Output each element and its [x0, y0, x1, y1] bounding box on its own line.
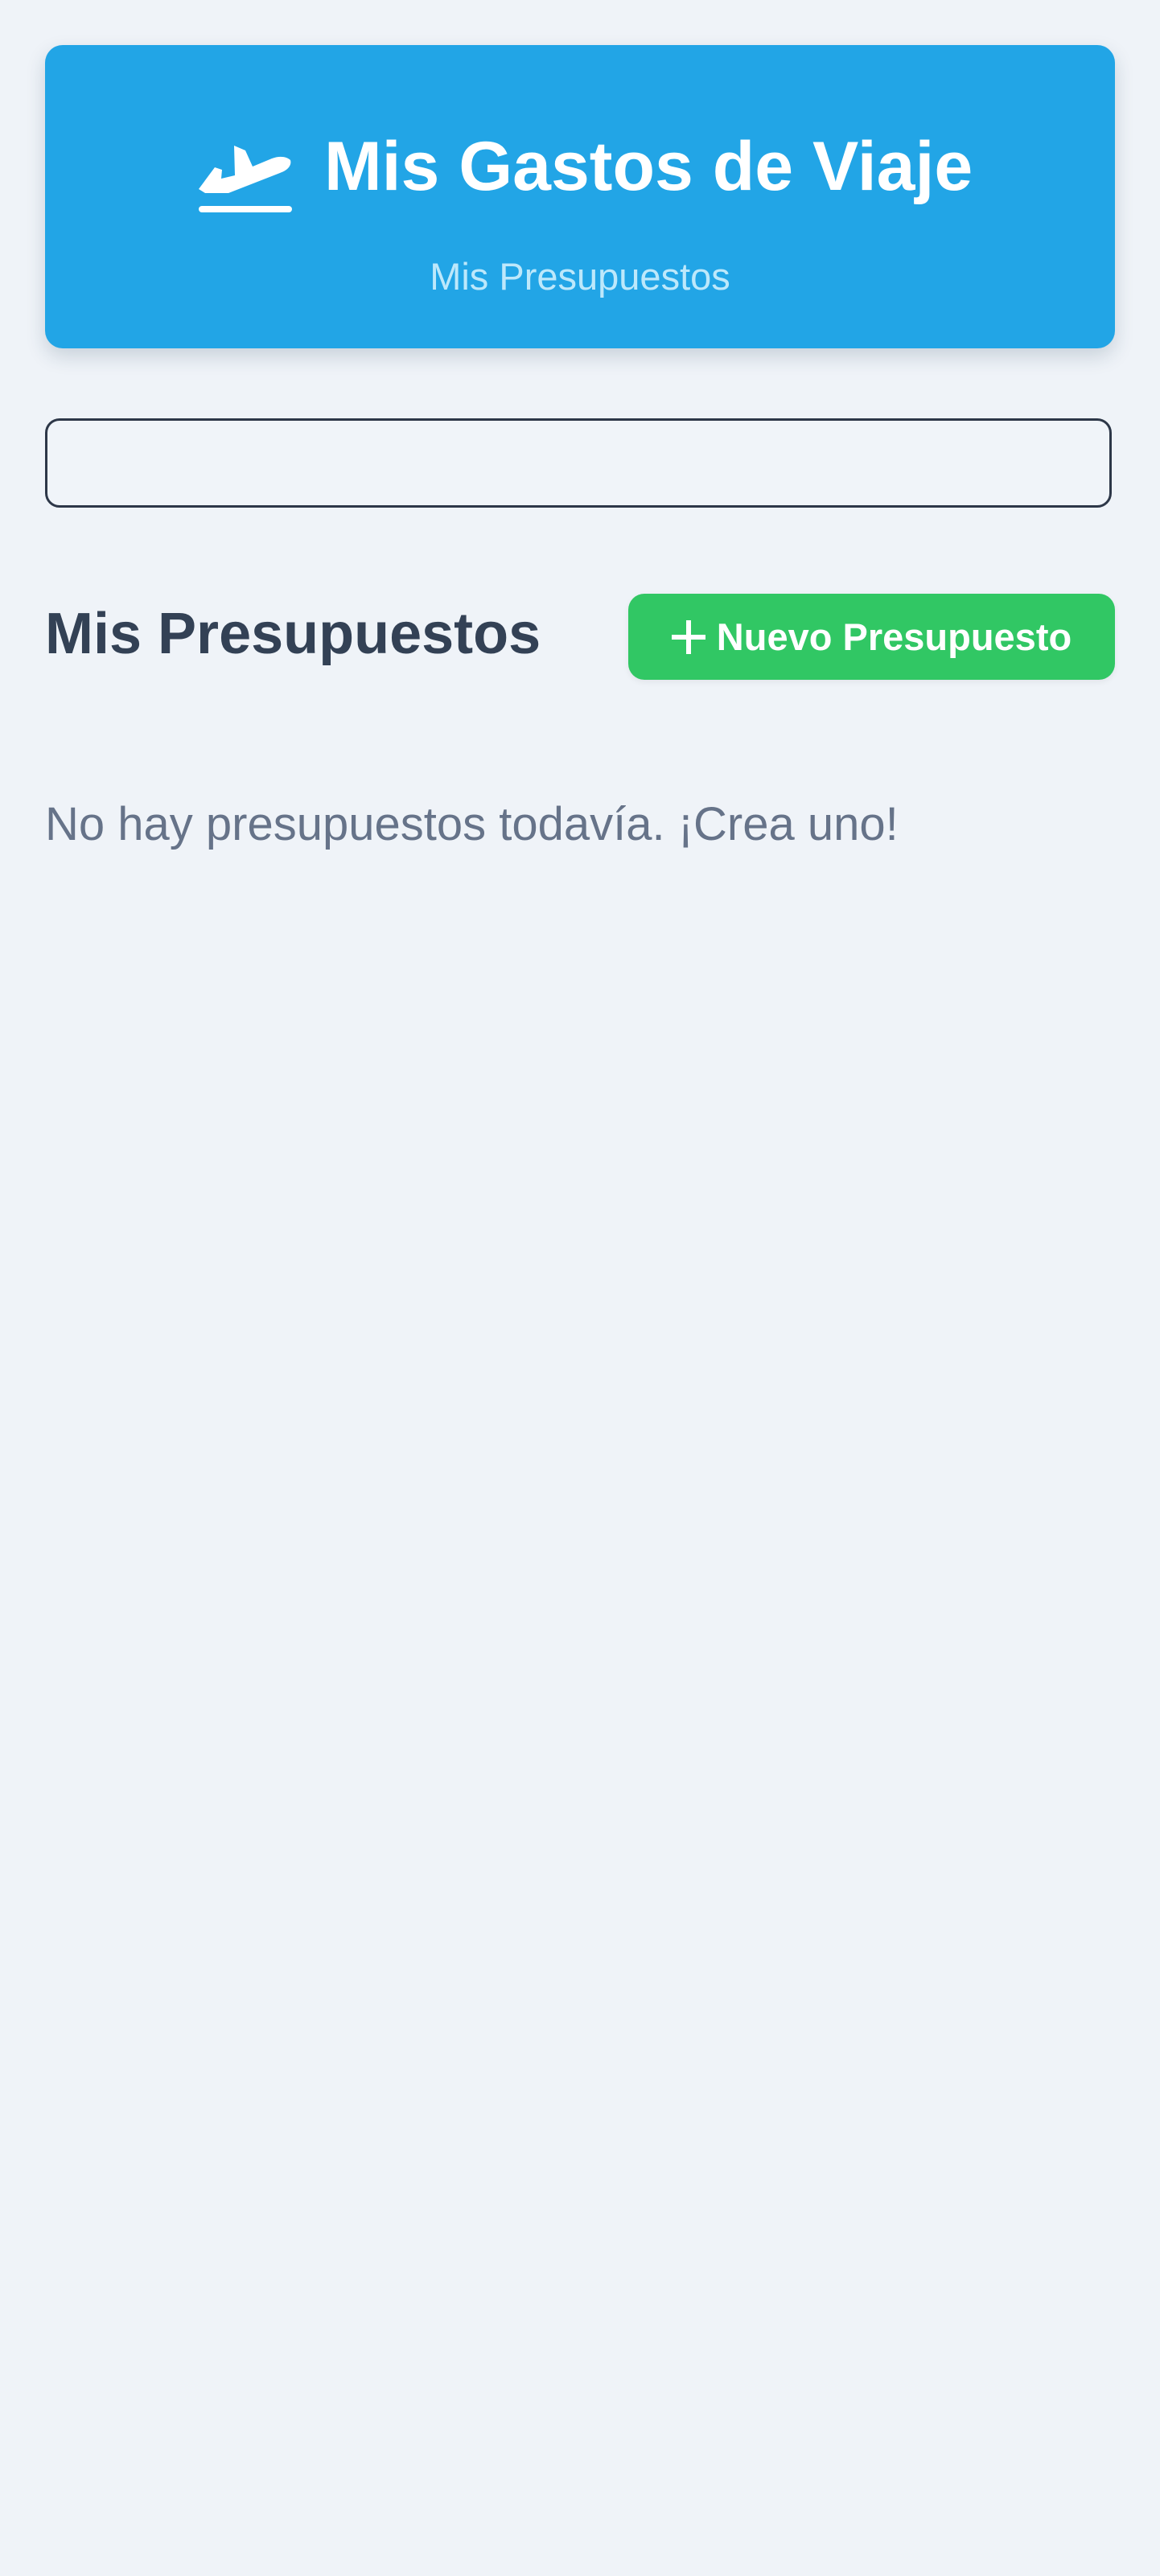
plane-departure-icon — [199, 146, 292, 212]
app-header: Mis Gastos de Viaje Mis Presupuestos — [45, 45, 1115, 348]
search-input[interactable] — [45, 418, 1112, 508]
new-budget-button[interactable]: Nuevo Presupuesto — [628, 594, 1115, 680]
new-budget-button-label: Nuevo Presupuesto — [716, 615, 1072, 658]
plus-icon — [671, 619, 705, 654]
empty-state-message: No hay presupuestos todavía. ¡Crea uno! — [45, 798, 899, 850]
page-title: Mis Gastos de Viaje — [324, 128, 973, 205]
page-subtitle: Mis Presupuestos — [430, 255, 730, 298]
budgets-section-title: Mis Presupuestos — [45, 602, 541, 666]
